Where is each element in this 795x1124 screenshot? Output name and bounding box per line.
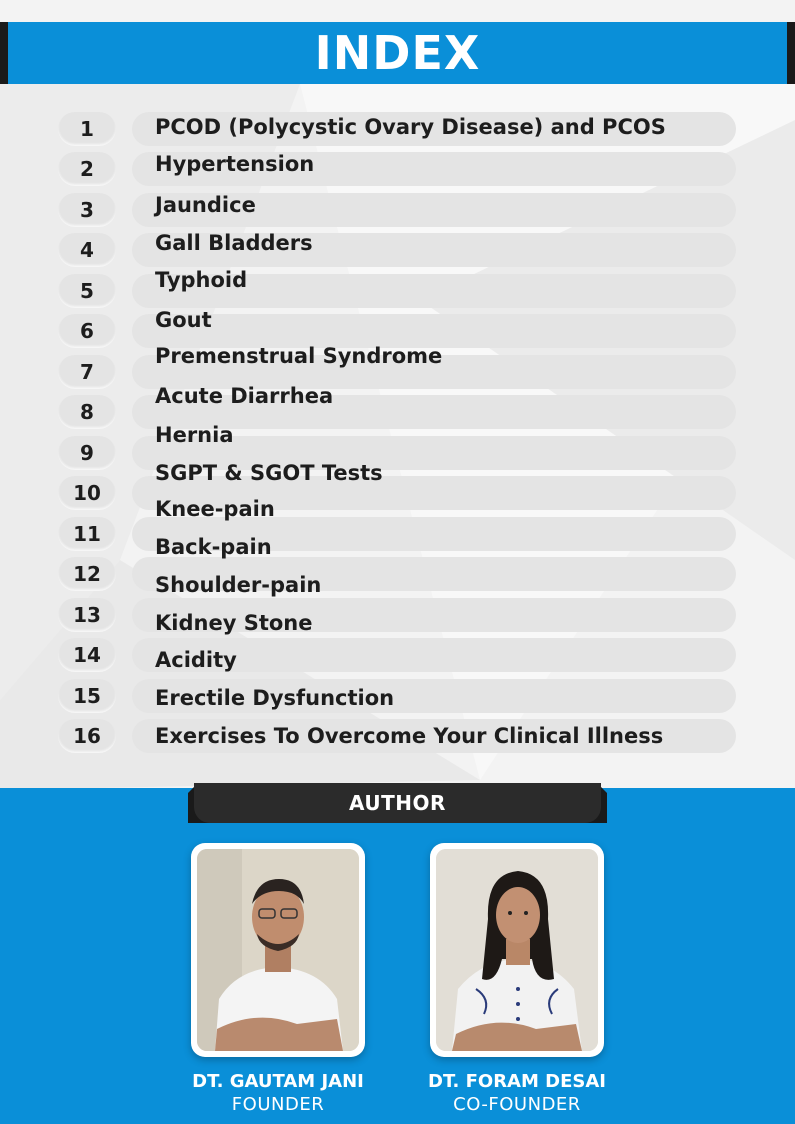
index-number: 8 bbox=[80, 400, 94, 424]
index-number: 9 bbox=[80, 441, 94, 465]
index-number: 1 bbox=[80, 117, 94, 141]
author-name: DT. FORAM DESAI bbox=[428, 1071, 606, 1092]
index-row: 13 Shoulder-pain bbox=[0, 573, 795, 632]
index-row: 3 Jaundice bbox=[0, 193, 795, 227]
index-number: 7 bbox=[80, 360, 94, 384]
page-title: INDEX bbox=[314, 26, 481, 80]
index-number: 13 bbox=[73, 603, 101, 627]
index-row: 7 Premenstrual Syndrome bbox=[0, 344, 795, 389]
index-title: Jaundice bbox=[155, 193, 256, 217]
male-author-photo-icon bbox=[197, 849, 359, 1051]
index-title: Gall Bladders bbox=[155, 231, 313, 255]
index-row: 2 Hypertension bbox=[0, 152, 795, 186]
index-title: Premenstrual Syndrome bbox=[155, 344, 443, 368]
index-title: Erectile Dysfunction bbox=[155, 686, 395, 710]
index-title: Hypertension bbox=[155, 152, 315, 176]
index-row: 14 Kidney Stone bbox=[0, 611, 795, 672]
index-row: 4 Gall Bladders bbox=[0, 231, 795, 267]
index-row: 1 PCOD (Polycystic Ovary Disease) and PC… bbox=[0, 112, 795, 146]
index-row: 5 Typhoid bbox=[0, 268, 795, 308]
index-number: 5 bbox=[80, 279, 94, 303]
index-row: 15 Acidity bbox=[0, 648, 795, 713]
index-number: 15 bbox=[73, 684, 101, 708]
author-name: DT. GAUTAM JANI bbox=[192, 1071, 364, 1092]
author-photo-frame bbox=[430, 843, 604, 1057]
index-row: 17 Exercises To Overcome Your Clinical I… bbox=[0, 719, 795, 753]
index-row: 8 Acute Diarrhea bbox=[0, 384, 795, 429]
index-title: Kidney Stone bbox=[155, 611, 313, 635]
author-section bbox=[0, 788, 795, 1124]
index-title: Back-pain bbox=[155, 535, 272, 559]
index-number: 4 bbox=[80, 238, 94, 262]
index-title: Acute Diarrhea bbox=[155, 384, 334, 408]
index-number: 11 bbox=[73, 522, 101, 546]
index-title: Acidity bbox=[155, 648, 237, 672]
author-photo-frame bbox=[191, 843, 365, 1057]
index-row: 10 SGPT & SGOT Tests bbox=[0, 461, 795, 510]
index-title: Knee-pain bbox=[155, 497, 275, 521]
index-title: SGPT & SGOT Tests bbox=[155, 461, 383, 485]
index-row: 11 Knee-pain bbox=[0, 497, 795, 551]
author-role: CO-FOUNDER bbox=[453, 1094, 581, 1115]
index-title: Shoulder-pain bbox=[155, 573, 322, 597]
index-row: 9 Hernia bbox=[0, 423, 795, 470]
index-number: 10 bbox=[73, 481, 101, 505]
index-number: 14 bbox=[73, 643, 101, 667]
index-number: 3 bbox=[80, 198, 94, 222]
index-title: Gout bbox=[155, 308, 212, 332]
index-number: 2 bbox=[80, 157, 94, 181]
female-author-photo-icon bbox=[436, 849, 598, 1051]
author-role: FOUNDER bbox=[231, 1094, 325, 1115]
index-title: Exercises To Overcome Your Clinical Illn… bbox=[155, 724, 664, 748]
index-title: Typhoid bbox=[155, 268, 248, 292]
index-title: Hernia bbox=[155, 423, 234, 447]
index-row: 12 Back-pain bbox=[0, 535, 795, 591]
author-heading: AUTHOR bbox=[349, 791, 446, 815]
index-title: PCOD (Polycystic Ovary Disease) and PCOS bbox=[155, 115, 666, 139]
index-number: 12 bbox=[73, 562, 101, 586]
index-number: 6 bbox=[80, 319, 94, 343]
index-row: 6 Gout bbox=[0, 308, 795, 348]
